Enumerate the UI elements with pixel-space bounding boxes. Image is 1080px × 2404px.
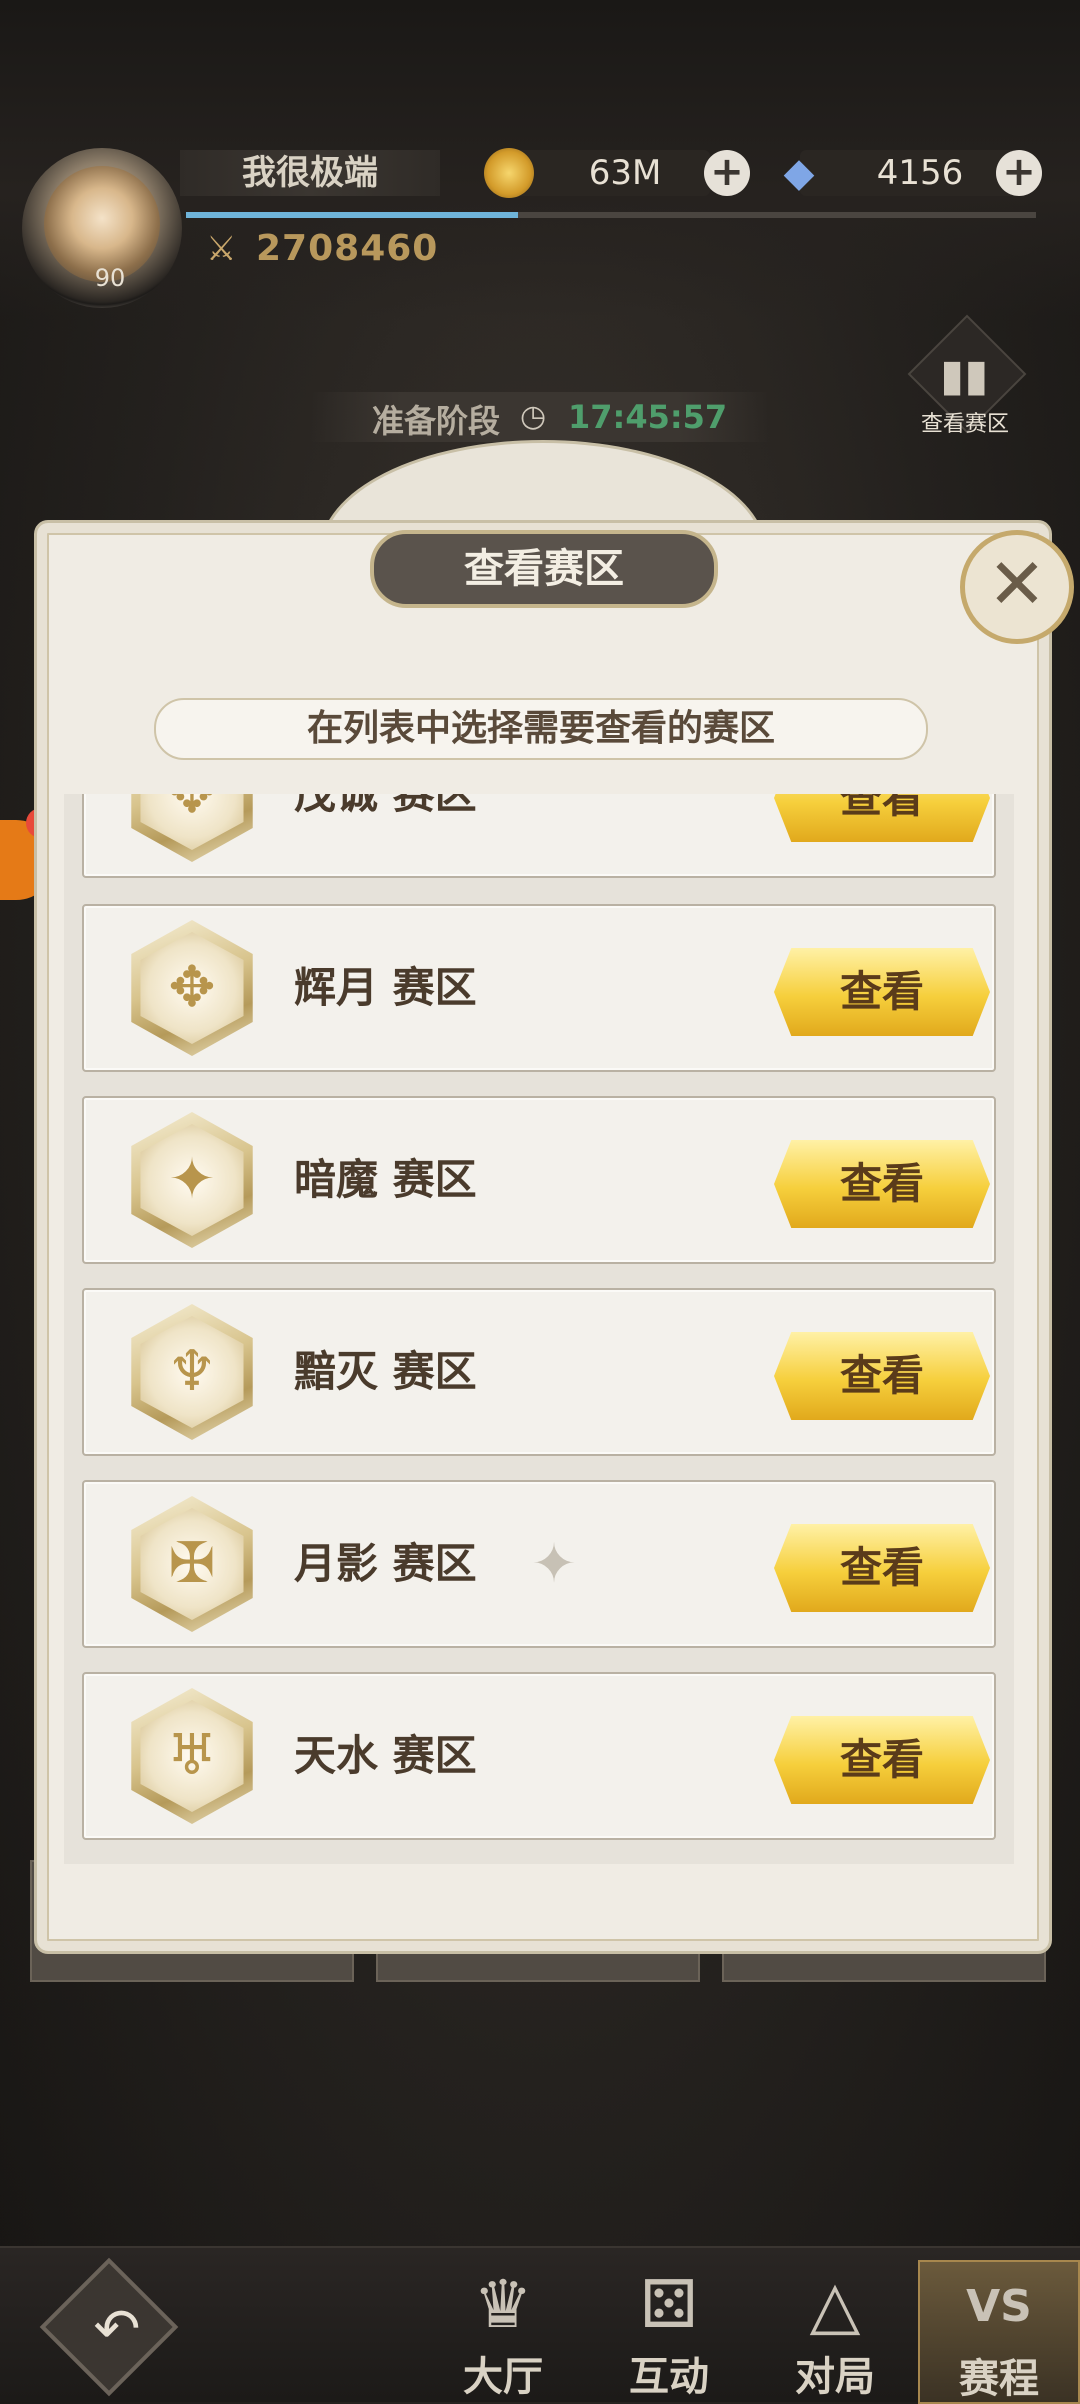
- list-item: ♆ 黯灭 赛区 查看: [82, 1288, 996, 1456]
- zone-name: 天水 赛区: [294, 1731, 477, 1780]
- crest-icon: ✥: [136, 794, 248, 850]
- view-button[interactable]: 查看: [774, 1524, 990, 1612]
- nav-label: 对局: [795, 2354, 875, 2400]
- gem-amount: 4156: [876, 153, 964, 193]
- coin-icon: [484, 148, 534, 198]
- power-value: 2708460: [256, 228, 439, 269]
- view-zones-label: 查看赛区: [920, 412, 1009, 437]
- view-button[interactable]: 查看: [774, 1140, 990, 1228]
- swords-icon: ⚔: [206, 229, 237, 269]
- player-name: 我很极端: [242, 153, 378, 193]
- list-item: ✦ 暗魔 赛区 查看: [82, 1096, 996, 1264]
- nav-match[interactable]: △ 对局: [760, 2260, 910, 2400]
- dialog-subtitle: 在列表中选择需要查看的赛区: [306, 708, 775, 749]
- dice-icon: ⚄: [640, 2266, 698, 2343]
- stage-timer: 17:45:57: [568, 398, 728, 436]
- add-gold-button[interactable]: +: [704, 150, 750, 196]
- view-button[interactable]: 查看: [774, 948, 990, 1036]
- add-gems-button[interactable]: +: [996, 150, 1042, 196]
- zone-list[interactable]: ✥ 茂诚 赛区 查看 ✥ 辉月 赛区 查看 ✦ 暗魔 赛区 查看 ♆ 黯灭 赛区…: [64, 794, 1014, 1864]
- list-item: ✠ 月影 赛区 ✦ 查看: [82, 1480, 996, 1648]
- zone-name: 黯灭 赛区: [294, 1347, 477, 1396]
- nav-interact[interactable]: ⚄ 互动: [594, 2260, 744, 2400]
- crest-icon: ♅: [166, 1723, 218, 1788]
- list-item: ✥ 辉月 赛区 查看: [82, 904, 996, 1072]
- back-arrow-icon: ↶: [93, 2297, 141, 2362]
- nav-label: 赛程: [959, 2356, 1039, 2402]
- zone-name: 月影 赛区: [294, 1539, 477, 1588]
- gem-icon: ◆: [783, 150, 815, 196]
- player-level: 90: [94, 264, 126, 292]
- xp-bar-fill: [186, 212, 518, 218]
- vs-icon: VS: [966, 2281, 1032, 2332]
- crest-icon: ✠: [168, 1531, 216, 1596]
- crown-icon: ♛: [473, 2266, 533, 2343]
- zone-name: 暗魔 赛区: [294, 1155, 477, 1204]
- list-item: ✥ 茂诚 赛区 查看: [82, 794, 996, 878]
- stage-label: 准备阶段: [372, 402, 501, 440]
- nav-lobby[interactable]: ♛ 大厅: [428, 2260, 578, 2400]
- view-button[interactable]: 查看: [774, 1716, 990, 1804]
- bar-chart-icon: ▮▮: [940, 350, 989, 401]
- gold-amount: 63M: [588, 153, 662, 193]
- view-button[interactable]: 查看: [774, 1332, 990, 1420]
- clock-icon: ◷: [520, 399, 547, 434]
- crest-icon: ♆: [166, 1339, 218, 1404]
- nav-label: 互动: [629, 2354, 709, 2400]
- list-item: ♅ 天水 赛区 查看: [82, 1672, 996, 1840]
- view-button[interactable]: 查看: [774, 794, 990, 842]
- zone-name: 茂诚 赛区: [294, 794, 477, 876]
- dialog-title: 查看赛区: [464, 546, 624, 592]
- crest-icon: ✦: [168, 1147, 216, 1212]
- nav-schedule[interactable]: VS 赛程: [918, 2260, 1080, 2404]
- star-icon: ✦: [531, 1532, 577, 1595]
- nav-label: 大厅: [463, 2354, 543, 2400]
- crest-icon: ✥: [168, 955, 216, 1020]
- triangle-icon: △: [809, 2266, 861, 2343]
- zone-name: 辉月 赛区: [294, 963, 477, 1012]
- close-button[interactable]: ✕: [960, 530, 1074, 644]
